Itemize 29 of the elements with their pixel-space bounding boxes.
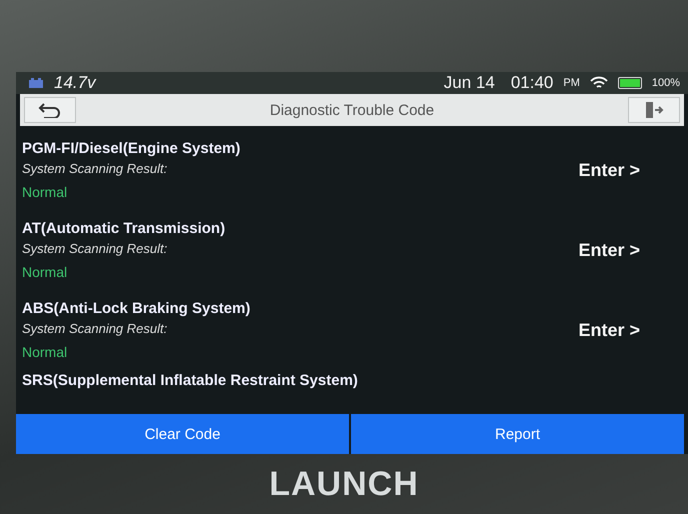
voltage-text: 14.7v xyxy=(54,73,96,93)
exit-button[interactable] xyxy=(628,97,680,123)
system-name: ABS(Anti-Lock Braking System) xyxy=(22,300,252,317)
action-button[interactable]: Report xyxy=(351,414,684,454)
battery-icon xyxy=(618,77,642,89)
date-text: Jun 14 xyxy=(444,73,495,93)
scan-result-label: System Scanning Result: xyxy=(22,321,168,336)
wifi-icon xyxy=(590,76,608,90)
exit-door-icon xyxy=(644,101,664,119)
enter-button[interactable]: Enter > xyxy=(578,160,640,180)
scan-result-label: System Scanning Result: xyxy=(22,161,168,176)
back-button[interactable] xyxy=(24,97,76,123)
car-battery-icon xyxy=(28,77,44,89)
scan-result-status: Normal xyxy=(22,344,68,360)
window-title: Diagnostic Trouble Code xyxy=(270,102,434,118)
system-name: SRS(Supplemental Inflatable Restraint System) xyxy=(22,372,358,389)
battery-text: 100% xyxy=(652,77,680,89)
system-name: PGM-FI/Diesel(Engine System) xyxy=(22,140,242,157)
scan-result-status: Normal xyxy=(22,184,68,200)
scan-result-label: System Scanning Result: xyxy=(22,241,168,256)
time-text: 01:40 xyxy=(510,73,554,93)
system-name: AT(Automatic Transmission) xyxy=(22,220,226,237)
enter-button[interactable]: Enter > xyxy=(578,320,640,340)
scan-result-status: Normal xyxy=(22,264,68,280)
brand-logo: LAUNCH xyxy=(269,464,419,504)
enter-button[interactable]: Enter > xyxy=(578,240,640,260)
ampm-text: PM xyxy=(563,77,580,89)
back-arrow-icon xyxy=(38,102,62,118)
action-button[interactable]: Clear Code xyxy=(16,414,349,454)
